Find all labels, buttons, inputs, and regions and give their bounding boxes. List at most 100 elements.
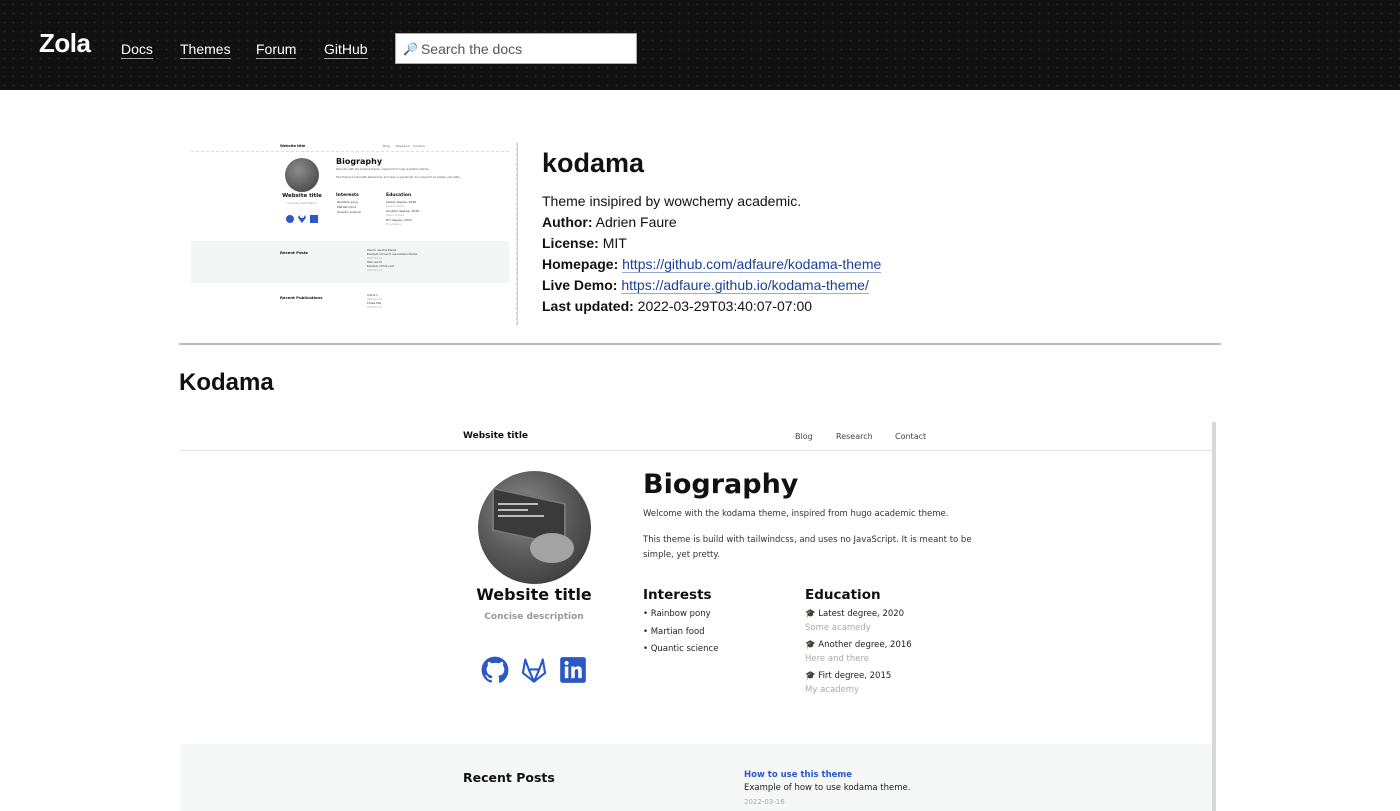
theme-author: Author: Adrien Faure: [542, 212, 881, 233]
preview-post-date: 2022-03-16: [744, 798, 785, 806]
author-label: Author:: [542, 214, 593, 230]
top-navbar: Zola Docs Themes Forum GitHub 🔎: [0, 0, 1400, 90]
preview-degree: 🎓 Latest degree, 2020: [805, 609, 904, 619]
preview-nav-research: Research: [836, 432, 873, 441]
nav-link-github[interactable]: GitHub: [324, 41, 368, 59]
linkedin-icon: [560, 657, 586, 683]
preview-degree-school: Some acamedy: [805, 623, 871, 633]
preview-education-title: Education: [805, 587, 881, 603]
thumb-name: Website title: [282, 193, 322, 199]
search-box[interactable]: 🔎: [395, 33, 637, 64]
graduation-cap-icon: 🎓: [805, 671, 816, 681]
preview-recent-posts-title: Recent Posts: [463, 770, 555, 785]
thumb-interests-list: Rainbow pony Martian food Quantic scienc…: [337, 200, 361, 215]
screen-line: [498, 509, 528, 511]
theme-screenshot-thumbnail[interactable]: Website title Blog Research Contact Webs…: [191, 143, 517, 325]
thumb-intro-2: This theme is build with tailwindcss, an…: [336, 176, 461, 179]
thumb-intro: Welcome with the kodama theme, inspired …: [336, 168, 430, 171]
nav-link-themes[interactable]: Themes: [180, 41, 231, 59]
preview-degree: 🎓 Firt degree, 2015: [805, 671, 891, 681]
preview-degree-school: Here and there: [805, 654, 870, 664]
thumb-interest: Quantic science: [337, 210, 361, 214]
section-divider: [179, 343, 1221, 345]
preview-name: Website title: [476, 585, 592, 604]
thumb-education-title: Education: [386, 193, 412, 198]
search-input[interactable]: [420, 40, 621, 57]
preview-avatar: [478, 471, 591, 584]
thumb-post-line: 2022-03-14: [367, 269, 383, 272]
thumb-pub-line: 2022-03-14: [367, 306, 383, 309]
preview-interests-title: Interests: [643, 587, 712, 603]
preview-scrollbar: [1212, 422, 1216, 811]
theme-description: Theme insipired by wowchemy academic.: [542, 193, 802, 209]
preview-intro: Welcome with the kodama theme, inspired …: [643, 509, 949, 519]
thumb-heading: Biography: [336, 157, 383, 166]
last-updated-value: 2022-03-29T03:40:07-07:00: [637, 298, 813, 314]
nav-link-docs[interactable]: Docs: [121, 41, 153, 59]
hand-shape: [530, 533, 574, 563]
github-icon: [481, 656, 509, 683]
theme-preview-image: Website title Blog Research Contact Webs…: [180, 422, 1220, 811]
interest-label: Quantic science: [650, 644, 719, 654]
author-value: Adrien Faure: [595, 214, 677, 230]
theme-last-updated: Last updated: 2022-03-29T03:40:07-07:00: [542, 296, 881, 317]
screen-line: [498, 515, 544, 517]
theme-info: kodama Theme insipired by wowchemy acade…: [542, 148, 882, 317]
thumb-degree-school: My academy: [386, 223, 402, 226]
license-label: License:: [542, 235, 599, 251]
gitlab-icon: [521, 658, 547, 683]
live-demo-label: Live Demo:: [542, 277, 618, 293]
preview-navbar: Website title Blog Research Contact: [180, 422, 1214, 451]
thumb-nav-research: Research: [396, 144, 410, 148]
theme-license: License: MIT: [542, 233, 881, 254]
thumb-nav-contact: Contact: [413, 144, 425, 148]
thumb-publications: Article 1 2022-03-14 Thesis title 2022-0…: [367, 294, 382, 310]
preview-interest-item: • Martian food: [643, 627, 705, 637]
degree-label: Another degree, 2016: [818, 640, 912, 650]
thumb-tagline: Concise description: [287, 201, 317, 205]
preview-post-summary: Example of how to use kodama theme.: [744, 783, 911, 793]
live-demo-link[interactable]: https://adfaure.github.io/kodama-theme/: [621, 277, 869, 294]
theme-live-demo: Live Demo: https://adfaure.github.io/kod…: [542, 275, 881, 296]
thumb-site-title: Website title: [280, 144, 306, 148]
preview-site-title: Website title: [463, 431, 529, 441]
thumb-avatar: [285, 158, 319, 192]
thumb-recent-posts: Recent Posts: [280, 250, 308, 255]
screen-line: [498, 503, 538, 505]
zola-logo[interactable]: Zola: [39, 28, 91, 59]
preview-tagline: Concise description: [484, 612, 584, 622]
degree-label: Firt degree, 2015: [818, 671, 892, 681]
thumb-recent-publications: Recent Publications: [280, 295, 323, 300]
thumb-interests-title: Interests: [336, 193, 359, 198]
preview-nav-contact: Contact: [895, 432, 927, 441]
thumb-gitlab-icon: [298, 215, 306, 223]
thumb-nav-blog: Blog: [383, 144, 390, 148]
preview-degree: 🎓 Another degree, 2016: [805, 640, 912, 650]
graduation-cap-icon: 🎓: [805, 640, 816, 650]
thumb-posts: How to use this theme Example of how to …: [367, 249, 418, 273]
preview-post-title: How to use this theme: [744, 770, 853, 780]
preview-interest-item: • Quantic science: [643, 644, 719, 654]
thumb-nav-divider: [191, 151, 509, 152]
thumb-education-list: Latest degree, 2020 Some acamedy Another…: [386, 200, 419, 227]
homepage-link[interactable]: https://github.com/adfaure/kodama-theme: [622, 256, 882, 273]
interest-label: Martian food: [650, 627, 705, 637]
thumb-github-icon: [286, 215, 294, 223]
search-icon: 🔎: [403, 41, 418, 56]
last-updated-label: Last updated:: [542, 298, 634, 314]
preview-nav-blog: Blog: [795, 432, 813, 441]
license-value: MIT: [602, 235, 627, 251]
preview-interest-item: • Rainbow pony: [643, 609, 711, 619]
thumb-recent-band: [191, 241, 509, 283]
nav-link-forum[interactable]: Forum: [256, 41, 297, 59]
interest-label: Rainbow pony: [650, 609, 711, 619]
graduation-cap-icon: 🎓: [805, 609, 816, 619]
preview-intro-2: This theme is build with tailwindcss, an…: [643, 535, 972, 560]
preview-heading: Biography: [643, 469, 799, 500]
readme-title: Kodama: [179, 369, 274, 396]
homepage-label: Homepage:: [542, 256, 619, 272]
preview-recent-band: [180, 744, 1214, 811]
degree-label: Latest degree, 2020: [818, 609, 905, 619]
theme-name: kodama: [542, 148, 645, 178]
theme-homepage: Homepage: https://github.com/adfaure/kod…: [542, 254, 882, 275]
